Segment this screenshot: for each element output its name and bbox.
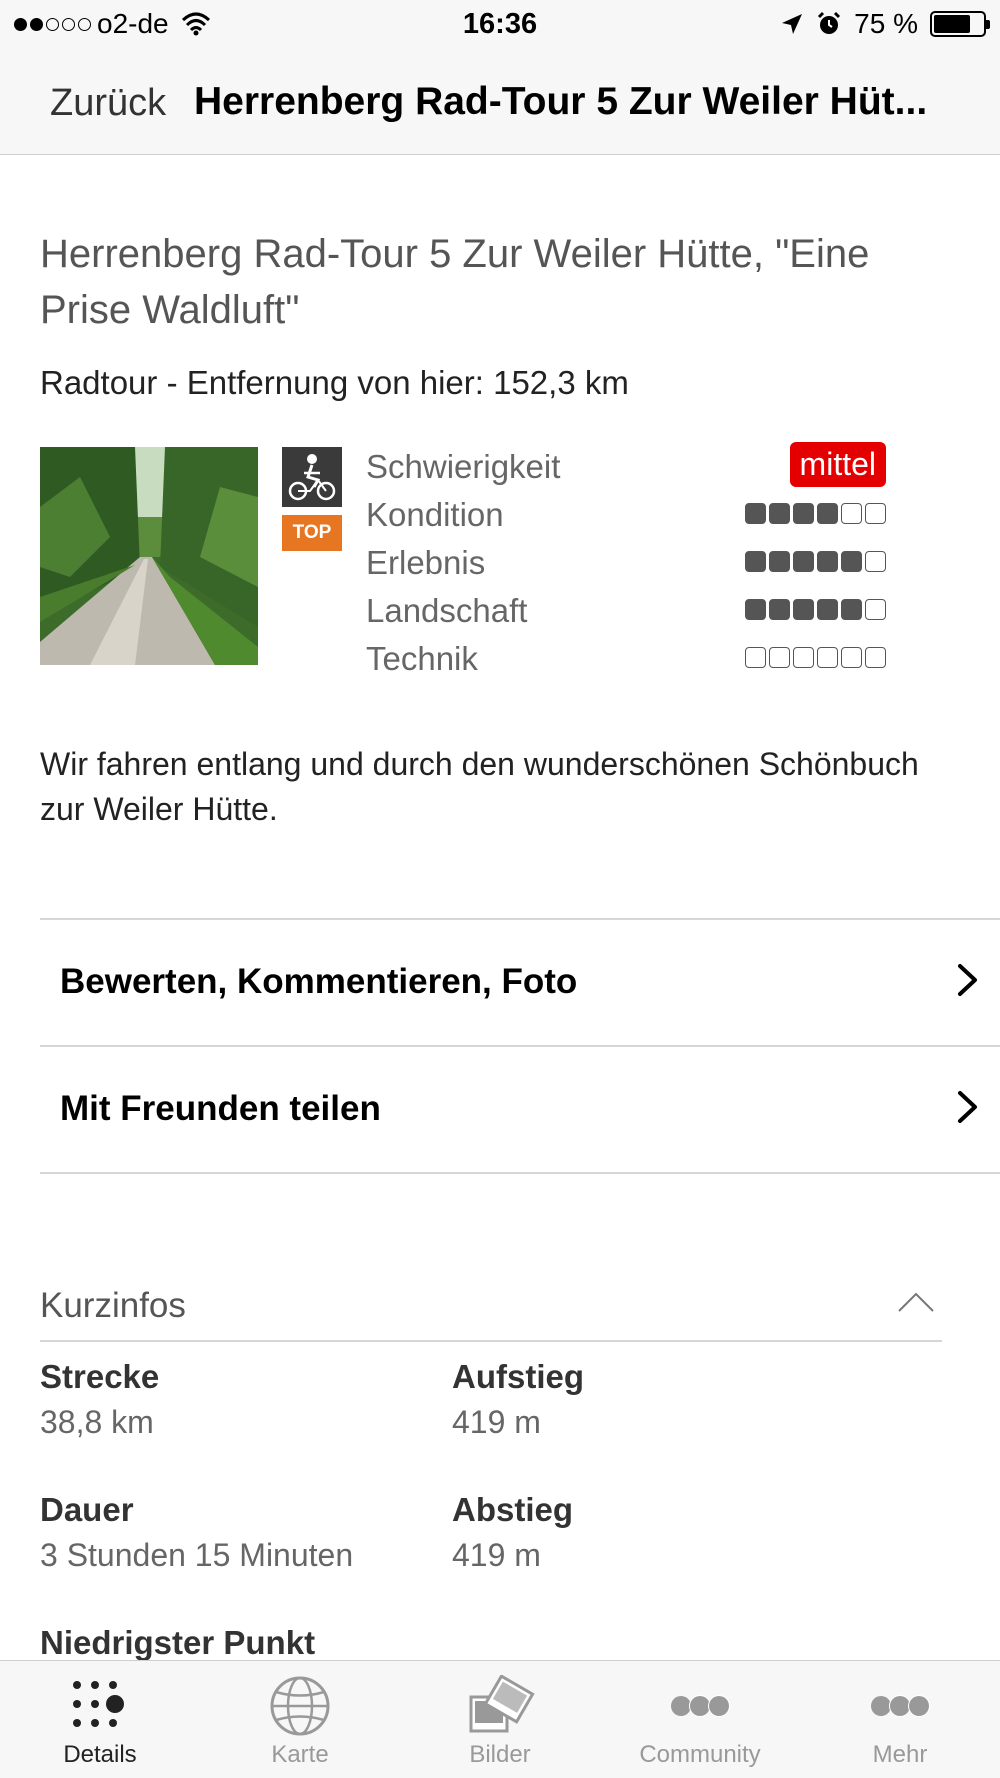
tab-details[interactable]: Details [0,1661,200,1778]
info-value: 419 m [452,1537,541,1573]
tour-title: Herrenberg Rad-Tour 5 Zur Weiler Hütte, … [40,232,870,332]
rating-square-filled [745,551,766,572]
rating-square-filled [817,551,838,572]
tour-photo[interactable] [40,447,258,665]
status-right: 75 % [780,8,990,40]
info-aufstieg: Aufstieg 419 m [452,1358,832,1441]
rating-square-filled [817,503,838,524]
bike-tour-icon [282,447,342,507]
info-strecke: Strecke 38,8 km [40,1358,420,1441]
info-label: Aufstieg [452,1358,584,1395]
tab-label: Karte [271,1741,329,1768]
tour-subtitle: Radtour - Entfernung von hier: 152,3 km [40,364,629,401]
location-arrow-icon [782,14,803,34]
rating-square-empty [841,647,862,668]
tab-bilder[interactable]: Bilder [400,1661,600,1778]
rating-square-filled [841,551,862,572]
tab-mehr[interactable]: Mehr [800,1661,1000,1778]
rating-square-filled [769,503,790,524]
rating-square-empty [865,551,886,572]
share-with-friends-row[interactable]: Mit Freunden teilen [40,1047,1000,1171]
globe-icon [270,1676,330,1736]
tour-description: Wir fahren entlang und durch den wunders… [40,746,919,827]
more-icon [871,1695,930,1717]
tab-label: Bilder [469,1741,531,1768]
rating-square-filled [745,599,766,620]
kurzinfos-title[interactable]: Kurzinfos [40,1286,186,1326]
difficulty-label: Schwierigkeit [366,448,561,485]
tab-label: Details [63,1741,137,1768]
rating-label: Kondition [366,496,504,533]
back-button[interactable]: Zurück [50,82,166,125]
info-label: Niedrigster Punkt [40,1624,316,1661]
info-value: 419 m [452,1404,541,1440]
alarm-icon [818,11,841,34]
rating-square-empty [793,647,814,668]
battery-icon [930,11,990,37]
nav-title: Herrenberg Rad-Tour 5 Zur Weiler Hüt... [194,80,928,123]
details-grid-icon [73,1681,124,1727]
rating-square-empty [865,599,886,620]
rating-square-empty [745,647,766,668]
info-abstieg: Abstieg 419 m [452,1491,832,1574]
pictures-icon [469,1675,535,1733]
tab-community[interactable]: Community [600,1661,800,1778]
community-icon [671,1695,730,1717]
action-label: Bewerten, Kommentieren, Foto [60,962,578,1001]
rating-square-empty [841,503,862,524]
rating-label: Landschaft [366,592,528,629]
difficulty-row: Schwierigkeit mittel [366,442,886,490]
rating-squares [745,647,886,668]
rating-square-filled [793,599,814,620]
rating-squares [745,503,886,524]
action-label: Mit Freunden teilen [60,1089,381,1128]
info-niedrigster-punkt: Niedrigster Punkt [40,1624,420,1662]
rating-square-filled [769,599,790,620]
rating-squares [745,551,886,572]
chevron-right-icon [958,1091,977,1123]
top-badge: TOP [282,515,342,551]
rating-square-filled [793,503,814,524]
tab-karte[interactable]: Karte [200,1661,400,1778]
rating-square-empty [865,503,886,524]
navigation-bar: Zurück Herrenberg Rad-Tour 5 Zur Weiler … [0,52,1000,155]
info-dauer: Dauer 3 Stunden 15 Minuten [40,1491,420,1574]
info-label: Dauer [40,1491,134,1528]
rating-label: Erlebnis [366,544,486,581]
rating-square-filled [793,551,814,572]
rating-label: Technik [366,640,478,677]
section-divider [40,1340,942,1342]
rating-row-erlebnis: Erlebnis [366,538,886,586]
rating-square-empty [769,647,790,668]
battery-percentage: 75 % [854,8,918,39]
rating-row-technik: Technik [366,634,886,682]
rating-square-filled [769,551,790,572]
status-bar: o2-de 16:36 75 % [0,0,1000,52]
info-label: Strecke [40,1358,160,1395]
info-label: Abstieg [452,1491,574,1528]
chevron-up-icon[interactable] [896,1290,936,1314]
chevron-right-icon [958,964,977,996]
rating-row-kondition: Kondition [366,490,886,538]
rating-square-filled [817,599,838,620]
tab-label: Community [639,1741,761,1768]
rating-square-filled [745,503,766,524]
rating-square-empty [817,647,838,668]
divider [40,1172,1000,1174]
difficulty-badge: mittel [789,442,886,487]
rating-square-empty [865,647,886,668]
rate-comment-photo-row[interactable]: Bewerten, Kommentieren, Foto [40,920,1000,1044]
rating-squares [745,599,886,620]
rating-square-filled [841,599,862,620]
info-value: 38,8 km [40,1404,154,1440]
tab-label: Mehr [872,1741,928,1768]
tab-bar: Details Karte Bilder Community Mehr [0,1660,1000,1778]
rating-row-landschaft: Landschaft [366,586,886,634]
info-value: 3 Stunden 15 Minuten [40,1537,354,1573]
